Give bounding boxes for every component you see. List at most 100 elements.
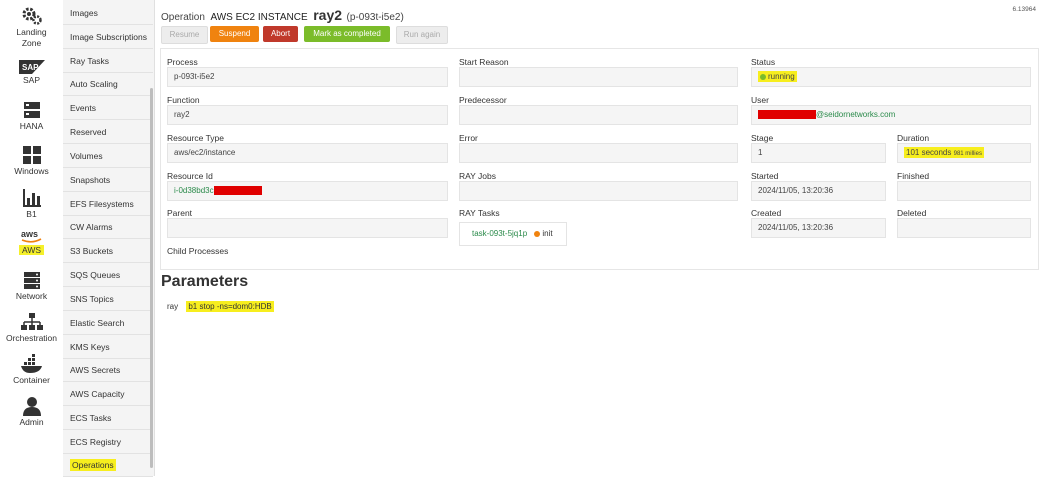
submenu-item-aws-secrets[interactable]: AWS Secrets xyxy=(63,359,153,382)
gear-icon xyxy=(22,7,42,25)
aws-submenu: Images Image Subscriptions Ray Tasks Aut… xyxy=(63,0,155,477)
submenu-item-auto-scaling[interactable]: Auto Scaling xyxy=(63,73,153,96)
submenu-label: KMS Keys xyxy=(70,342,110,352)
rail-item-landing-zone[interactable]: Landing Zone xyxy=(0,6,63,48)
stage-label: Stage xyxy=(751,133,774,143)
icon-rail: Landing Zone SAP SAP HANA Windows B1 aws xyxy=(0,0,64,476)
rail-label: Windows xyxy=(14,166,49,176)
submenu-label: CW Alarms xyxy=(70,222,113,232)
started-field: 2024/11/05, 13:20:36 xyxy=(751,181,886,201)
orchestration-icon xyxy=(20,313,43,330)
bar-chart-icon xyxy=(22,189,41,207)
resource-type-field: aws/ec2/instance xyxy=(167,143,448,163)
submenu-label: Volumes xyxy=(70,151,103,161)
task-status-text: init xyxy=(542,229,553,238)
submenu-item-snapshots[interactable]: Snapshots xyxy=(63,169,153,192)
stage-field: 1 xyxy=(751,143,886,163)
function-label: Function xyxy=(167,95,200,105)
title-operation-label: Operation xyxy=(161,12,205,23)
title-operation-name: ray2 xyxy=(313,7,343,23)
rail-label-zone: Zone xyxy=(21,38,42,48)
rail-item-b1[interactable]: B1 xyxy=(0,188,63,219)
resource-id-link[interactable]: i-0d38bd3c xyxy=(174,186,214,195)
ray-tasks-label: RAY Tasks xyxy=(459,208,500,218)
status-label: Status xyxy=(751,57,776,67)
duration-label: Duration xyxy=(897,133,930,143)
process-value: p-093t-i5e2 xyxy=(174,72,215,81)
submenu-label: Operations xyxy=(70,459,116,471)
sap-logo-icon: SAP xyxy=(18,60,45,74)
rail-item-network[interactable]: Network xyxy=(0,270,63,301)
submenu-item-events[interactable]: Events xyxy=(63,97,153,120)
rail-item-orchestration[interactable]: Orchestration xyxy=(0,312,63,343)
parent-label: Parent xyxy=(167,208,193,218)
deleted-field xyxy=(897,218,1031,238)
resource-id-field: i-0d38bd3c xyxy=(167,181,448,201)
submenu-item-elastic-search[interactable]: Elastic Search xyxy=(63,312,153,335)
submenu-item-sqs-queues[interactable]: SQS Queues xyxy=(63,264,153,287)
resource-type-label: Resource Type xyxy=(167,133,225,143)
ray-jobs-label: RAY Jobs xyxy=(459,171,497,181)
submenu-item-operations[interactable]: Operations xyxy=(63,454,153,477)
rail-item-sap[interactable]: SAP SAP xyxy=(0,60,63,85)
resource-id-label: Resource Id xyxy=(167,171,213,181)
duration-ms: 981 millies xyxy=(953,151,982,157)
rail-item-container[interactable]: Container xyxy=(0,354,63,385)
started-value: 2024/11/05, 13:20:36 xyxy=(758,186,834,195)
suspend-button[interactable]: Suspend xyxy=(210,26,259,42)
run-again-button[interactable]: Run again xyxy=(396,26,448,44)
created-label: Created xyxy=(751,208,782,218)
redacted-block xyxy=(758,110,816,120)
page-title: Operation AWS EC2 INSTANCE ray2 (p-093t-… xyxy=(161,7,404,23)
submenu-item-ray-tasks[interactable]: Ray Tasks xyxy=(63,50,153,73)
duration-value: 101 seconds xyxy=(906,148,952,157)
submenu-item-volumes[interactable]: Volumes xyxy=(63,145,153,168)
resume-button[interactable]: Resume xyxy=(161,26,208,44)
start-reason-label: Start Reason xyxy=(459,57,509,67)
rail-item-windows[interactable]: Windows xyxy=(0,145,63,176)
rail-label-landing: Landing xyxy=(16,27,47,37)
submenu-label: Reserved xyxy=(70,127,107,137)
abort-button[interactable]: Abort xyxy=(263,26,298,42)
deleted-label: Deleted xyxy=(897,208,927,218)
rail-item-aws[interactable]: aws AWS xyxy=(0,228,63,255)
user-email[interactable]: @seidornetworks.com xyxy=(816,110,895,119)
created-field: 2024/11/05, 13:20:36 xyxy=(751,218,886,238)
ray-task-chip[interactable]: task-093t-5jq1p init xyxy=(459,222,567,246)
submenu-item-cw-alarms[interactable]: CW Alarms xyxy=(63,216,153,239)
submenu-item-s3-buckets[interactable]: S3 Buckets xyxy=(63,240,153,263)
submenu-item-image-subscriptions[interactable]: Image Subscriptions xyxy=(63,26,153,49)
svg-text:SAP: SAP xyxy=(22,63,39,72)
submenu-item-ecs-registry[interactable]: ECS Registry xyxy=(63,431,153,454)
submenu-item-aws-capacity[interactable]: AWS Capacity xyxy=(63,383,153,406)
submenu-item-reserved[interactable]: Reserved xyxy=(63,121,153,144)
submenu-label: Image Subscriptions xyxy=(70,32,148,42)
submenu-label: ECS Tasks xyxy=(70,413,112,423)
mark-completed-button[interactable]: Mark as completed xyxy=(304,26,390,42)
duration-field: 101 seconds 981 millies xyxy=(897,143,1031,163)
submenu-label: Images xyxy=(70,8,98,18)
rail-label: Orchestration xyxy=(5,333,58,343)
submenu-item-ecs-tasks[interactable]: ECS Tasks xyxy=(63,407,153,430)
submenu-item-images[interactable]: Images xyxy=(63,2,153,25)
finished-field xyxy=(897,181,1031,201)
submenu-item-kms-keys[interactable]: KMS Keys xyxy=(63,336,153,359)
submenu-scrollbar[interactable] xyxy=(150,88,153,468)
ray-task-link[interactable]: task-093t-5jq1p xyxy=(472,229,527,238)
created-value: 2024/11/05, 13:20:36 xyxy=(758,223,834,232)
rail-item-admin[interactable]: Admin xyxy=(0,396,63,427)
submenu-label: EFS Filesystems xyxy=(70,199,134,209)
process-field: p-093t-i5e2 xyxy=(167,67,448,87)
submenu-label: AWS Capacity xyxy=(70,389,125,399)
rail-label: B1 xyxy=(26,209,37,219)
rail-label: Container xyxy=(13,375,50,385)
aws-logo-icon: aws xyxy=(21,229,41,243)
resource-type-value: aws/ec2/instance xyxy=(174,148,236,157)
version-label: 6.13964 xyxy=(1012,6,1037,13)
submenu-item-efs-filesystems[interactable]: EFS Filesystems xyxy=(63,193,153,216)
status-dot xyxy=(760,73,766,80)
submenu-item-sns-topics[interactable]: SNS Topics xyxy=(63,288,153,311)
rail-item-hana[interactable]: HANA xyxy=(0,100,63,131)
submenu-label: ECS Registry xyxy=(70,437,122,447)
submenu-label: Snapshots xyxy=(70,175,111,185)
